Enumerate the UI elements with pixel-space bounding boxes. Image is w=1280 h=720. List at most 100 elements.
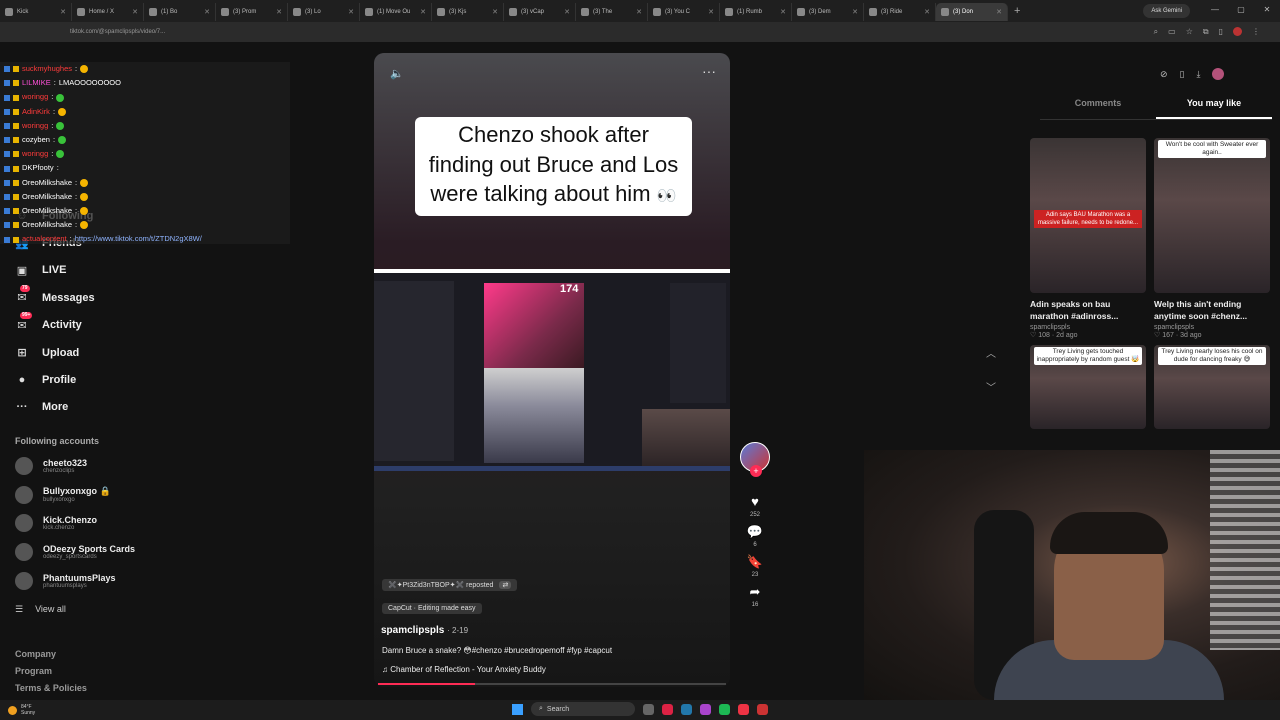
app-icon-red[interactable] [662, 703, 673, 715]
screen-icon[interactable]: ▭ [1168, 27, 1176, 37]
file-explorer-icon[interactable] [643, 703, 654, 715]
browser-tab[interactable]: Home / X ✕ [72, 3, 144, 21]
sidebar-item-messages[interactable]: ✉ 79 Messages [14, 284, 274, 311]
sidebar-item-upload[interactable]: ⊞ Upload [14, 339, 274, 366]
more-options-icon[interactable]: ··· [702, 63, 716, 79]
chat-username[interactable]: actualcontent [22, 232, 67, 246]
chat-username[interactable]: suckmyhughes [22, 62, 72, 76]
comment-button[interactable]: 💬 6 [738, 524, 772, 548]
recommended-video-card[interactable]: Adin says BAU Marathon was a massive fai… [1030, 138, 1146, 339]
creator-avatar[interactable]: + [740, 442, 770, 477]
sidebar-item-profile[interactable]: ● Profile [14, 366, 274, 393]
user-avatar[interactable] [1212, 68, 1225, 80]
chat-username[interactable]: woringg [22, 147, 48, 161]
maximize-icon[interactable]: ▢ [1228, 0, 1254, 20]
sidebar-item-live[interactable]: ▣ LIVE [14, 257, 274, 284]
chat-username[interactable]: cozyben [22, 133, 50, 147]
star-icon[interactable]: ☆ [1186, 27, 1193, 37]
chrome-icon[interactable] [738, 703, 749, 715]
view-all-button[interactable]: ☰ View all [15, 604, 66, 615]
chat-username[interactable]: OreoMilkshake [22, 204, 72, 218]
tab-close-icon[interactable]: ✕ [780, 8, 786, 16]
coins-icon[interactable]: ⊘ [1160, 69, 1168, 80]
video-thumbnail[interactable]: Trey Living gets touched inappropriately… [1030, 345, 1146, 429]
browser-tab[interactable]: Kick ✕ [0, 3, 72, 21]
video-thumbnail[interactable]: Adin says BAU Marathon was a massive fai… [1030, 138, 1146, 293]
chat-username[interactable]: AdinKirk [22, 105, 50, 119]
recommended-video-card[interactable]: Trey Living gets touched inappropriately… [1030, 345, 1146, 429]
browser-tab[interactable]: (3) Ride ✕ [864, 3, 936, 21]
tab-close-icon[interactable]: ✕ [636, 8, 642, 16]
tab-close-icon[interactable]: ✕ [708, 8, 714, 16]
following-account[interactable]: ODeezy Sports Cards odeezy_sportscards [15, 538, 275, 567]
video-thumbnail[interactable]: Trey Living nearly loses his cool on dud… [1154, 345, 1270, 429]
tab-close-icon[interactable]: ✕ [852, 8, 858, 16]
repost-tag[interactable]: ✖️✦Pt3Zid3nTBOP✦✖️ reposted ⇄ [382, 579, 518, 591]
app-icon-blue[interactable] [681, 703, 692, 715]
browser-tab[interactable]: (1) Move Ou ✕ [360, 3, 432, 21]
device-icon[interactable]: ▯ [1180, 69, 1185, 80]
chevron-down-icon[interactable]: ﹀ [986, 372, 996, 406]
menu-icon[interactable]: ⋮ [1252, 27, 1260, 37]
video-progress-bar[interactable] [378, 683, 726, 685]
minimize-icon[interactable]: — [1202, 0, 1228, 20]
volume-icon[interactable]: 🔈 [390, 67, 404, 80]
chat-username[interactable]: woringg [22, 119, 48, 133]
card-author[interactable]: spamclipspls [1154, 324, 1270, 331]
following-account[interactable]: PhantuumsPlays phantuumsplays [15, 566, 275, 595]
chevron-up-icon[interactable]: ︿ [986, 338, 996, 372]
browser-tab[interactable]: (1) Bo ✕ [144, 3, 216, 21]
card-author[interactable]: spamclipspls [1030, 324, 1146, 331]
download-icon[interactable]: ⤓ [1197, 69, 1201, 80]
tab-you-may-like[interactable]: You may like [1156, 94, 1272, 119]
browser-tab[interactable]: (3) vCap ✕ [504, 3, 576, 21]
weather-widget[interactable]: 84°F Sunny [8, 704, 35, 716]
new-tab-icon[interactable]: + [1008, 5, 1026, 17]
video-player[interactable]: 🔈 ··· Chenzo shook after finding out Bru… [374, 53, 730, 687]
zoom-icon[interactable]: ⌕ [1154, 27, 1158, 37]
following-account[interactable]: Bullyxonxgo 🔒 bullyxonxgo [15, 481, 275, 510]
chat-username[interactable]: OreoMilkshake [22, 218, 72, 232]
split-icon[interactable]: ▯ [1219, 27, 1223, 37]
windows-start-icon[interactable] [512, 703, 523, 715]
tab-close-icon[interactable]: ✕ [204, 8, 210, 16]
sidebar-item-more[interactable]: ··· More [14, 394, 274, 421]
footer-link-company[interactable]: Company [15, 646, 87, 663]
browser-tab[interactable]: (3) Prom ✕ [216, 3, 288, 21]
video-thumbnail[interactable]: Won't be cool with Sweater ever again.. [1154, 138, 1270, 293]
following-account[interactable]: cheeto323 chenzoclips [15, 452, 275, 481]
follow-plus-icon[interactable]: + [750, 465, 762, 477]
video-author[interactable]: spamclipspls · 2-19 [381, 625, 468, 636]
recommended-video-card[interactable]: Won't be cool with Sweater ever again.. W… [1154, 138, 1270, 339]
share-button[interactable]: ➦ 16 [738, 584, 772, 608]
taskbar-search[interactable]: ⌕ Search [531, 702, 635, 716]
ask-gemini-button[interactable]: Ask Gemini [1143, 4, 1190, 18]
capcut-tag[interactable]: CapCut · Editing made easy [382, 603, 482, 614]
tab-close-icon[interactable]: ✕ [132, 8, 138, 16]
tab-close-icon[interactable]: ✕ [348, 8, 354, 16]
video-sound[interactable]: ♫ Chamber of Reflection - Your Anxiety B… [382, 665, 546, 674]
tab-comments[interactable]: Comments [1040, 94, 1156, 119]
recommended-video-card[interactable]: Trey Living nearly loses his cool on dud… [1154, 345, 1270, 429]
browser-tab[interactable]: (3) The ✕ [576, 3, 648, 21]
tab-close-icon[interactable]: ✕ [564, 8, 570, 16]
extensions-icon[interactable]: ⧉ [1203, 27, 1209, 37]
chat-username[interactable]: woringg [22, 90, 48, 104]
close-icon[interactable]: ✕ [1254, 0, 1280, 20]
tab-close-icon[interactable]: ✕ [492, 8, 498, 16]
browser-tab[interactable]: (3) Kjs ✕ [432, 3, 504, 21]
chat-text[interactable]: https://www.tiktok.com/t/ZTDN2gX8W/ [75, 232, 202, 246]
chat-username[interactable]: OreoMilkshake [22, 176, 72, 190]
tab-close-icon[interactable]: ✕ [996, 8, 1002, 16]
tab-close-icon[interactable]: ✕ [924, 8, 930, 16]
like-button[interactable]: ♥ 252 [738, 494, 772, 518]
tab-close-icon[interactable]: ✕ [276, 8, 282, 16]
following-account[interactable]: Kick.Chenzo kick.chenzo [15, 509, 275, 538]
chat-username[interactable]: DKPfooty [22, 161, 54, 175]
sidebar-item-activity[interactable]: ✉ 99+ Activity [14, 312, 274, 339]
spotify-icon[interactable] [719, 703, 730, 715]
browser-tab[interactable]: (3) Lo ✕ [288, 3, 360, 21]
url-text[interactable]: tiktok.com/@spamclipspls/video/7... [70, 29, 165, 35]
save-button[interactable]: 🔖 23 [738, 554, 772, 578]
tab-close-icon[interactable]: ✕ [60, 8, 66, 16]
